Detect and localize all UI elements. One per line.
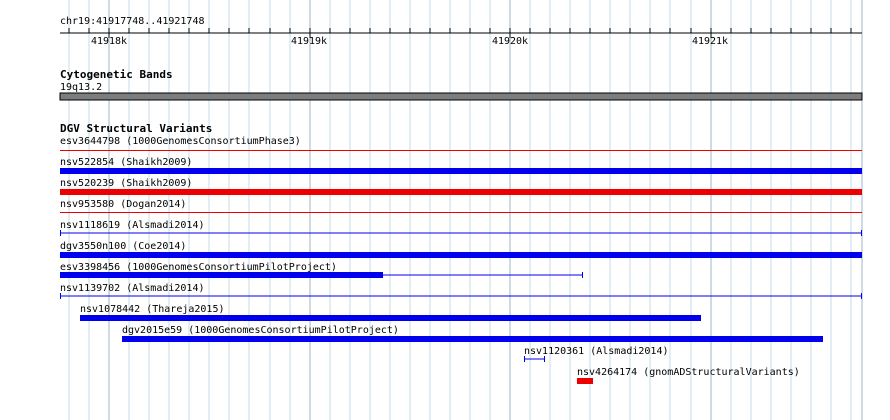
sv-feature-label: nsv520239 (Shaikh2009) [60, 178, 192, 189]
background-grid [68, 0, 863, 420]
sv-feature-label: nsv522854 (Shaikh2009) [60, 157, 192, 168]
sv-feature[interactable]: nsv953580 (Dogan2014) [60, 199, 862, 213]
sv-feature-bar [60, 252, 862, 258]
tick-label: 41920k [492, 36, 528, 47]
sv-feature[interactable]: nsv1118619 (Alsmadi2014) [60, 220, 862, 236]
ruler: chr19:41917748..41921748 41918k 41919k 4… [60, 16, 862, 47]
sv-feature[interactable]: nsv1120361 (Alsmadi2014) [524, 346, 669, 362]
sv-feature[interactable]: nsv1139702 (Alsmadi2014) [60, 283, 862, 299]
sv-feature[interactable]: dgv3550n100 (Coe2014) [60, 241, 862, 258]
tick-label: 41918k [91, 36, 127, 47]
sv-feature-label: dgv2015e59 (1000GenomesConsortiumPilotPr… [122, 325, 399, 336]
sv-feature[interactable]: nsv522854 (Shaikh2009) [60, 157, 862, 174]
band-label: 19q13.2 [60, 82, 102, 93]
sv-feature-bar [60, 272, 383, 278]
sv-feature-label: nsv1139702 (Alsmadi2014) [60, 283, 205, 294]
sv-feature-label: nsv1120361 (Alsmadi2014) [524, 346, 669, 357]
cytoband-bar[interactable] [59, 92, 863, 101]
cytoband-track-title: Cytogenetic Bands [60, 68, 173, 81]
sv-feature[interactable]: esv3644798 (1000GenomesConsortiumPhase3) [60, 136, 862, 151]
cytoband-track: Cytogenetic Bands 19q13.2 [59, 68, 863, 101]
sv-feature-bar [60, 150, 862, 151]
sv-feature-label: dgv3550n100 (Coe2014) [60, 241, 186, 252]
sv-feature-bar [60, 168, 862, 174]
tick-label: 41919k [291, 36, 327, 47]
sv-feature-label: esv3644798 (1000GenomesConsortiumPhase3) [60, 136, 301, 147]
sv-feature-label: nsv4264174 (gnomADStructuralVariants) [577, 367, 800, 378]
sv-feature-label: nsv1078442 (Thareja2015) [80, 304, 225, 315]
sv-feature-bar [80, 315, 701, 321]
sv-feature-label: esv3398456 (1000GenomesConsortiumPilotPr… [60, 262, 337, 273]
genome-browser-view: chr19:41917748..41921748 41918k 41919k 4… [59, 0, 863, 420]
tick-label: 41921k [692, 36, 728, 47]
sv-feature-label: nsv953580 (Dogan2014) [60, 199, 186, 210]
sv-feature[interactable]: nsv520239 (Shaikh2009) [60, 178, 862, 195]
dgv-track: DGV Structural Variants esv3644798 (1000… [60, 122, 862, 384]
sv-feature-bar [60, 189, 862, 195]
sv-feature[interactable]: dgv2015e59 (1000GenomesConsortiumPilotPr… [122, 325, 823, 342]
dgv-track-title: DGV Structural Variants [60, 122, 212, 135]
sv-feature-bar [577, 378, 593, 384]
location-label: chr19:41917748..41921748 [60, 16, 205, 27]
sv-feature-label: nsv1118619 (Alsmadi2014) [60, 220, 205, 231]
sv-feature-bar [122, 336, 823, 342]
sv-feature[interactable]: esv3398456 (1000GenomesConsortiumPilotPr… [60, 262, 583, 278]
dgv-features: esv3644798 (1000GenomesConsortiumPhase3)… [60, 136, 862, 384]
sv-feature-bar [60, 212, 862, 213]
